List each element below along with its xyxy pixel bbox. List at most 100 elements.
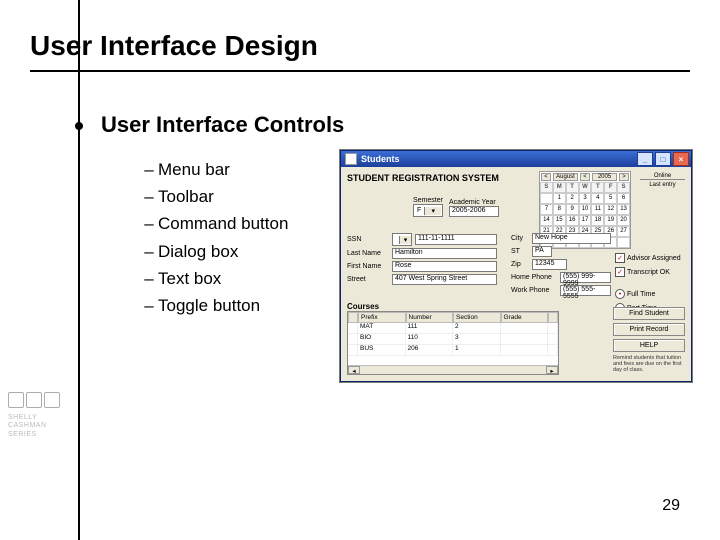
window-body: STUDENT REGISTRATION SYSTEM Semester F ▾… bbox=[341, 167, 691, 381]
cal-next-button[interactable]: > bbox=[619, 173, 629, 181]
wphone-input[interactable]: (555) 555-5555 bbox=[560, 285, 611, 296]
cal-day-cell[interactable]: 1 bbox=[553, 193, 566, 204]
hphone-input[interactable]: (555) 999-9999 bbox=[560, 272, 611, 283]
close-button[interactable]: × bbox=[673, 152, 689, 166]
table-body: MAT1112BIO1103BUS2061 bbox=[348, 323, 558, 356]
table-cell: 2 bbox=[453, 323, 501, 334]
cal-year[interactable]: 2005 bbox=[592, 173, 617, 181]
table-cell bbox=[548, 323, 558, 334]
cal-day-cell[interactable]: 7 bbox=[540, 204, 553, 215]
ssn-label: SSN bbox=[347, 236, 389, 243]
hphone-label: Home Phone bbox=[511, 274, 557, 281]
city-label: City bbox=[511, 235, 529, 242]
st-input[interactable]: PA bbox=[532, 246, 552, 257]
cal-dow-cell: W bbox=[579, 182, 592, 193]
table-cell: MAT bbox=[358, 323, 406, 334]
fulltime-radio[interactable]: •Full Time bbox=[615, 289, 685, 299]
cal-month[interactable]: August bbox=[553, 173, 578, 181]
bullet-subtitle: User Interface Controls bbox=[101, 112, 344, 138]
table-cell: BUS bbox=[358, 345, 406, 356]
cal-day-cell[interactable]: 27 bbox=[617, 226, 630, 237]
scroll-right-icon[interactable]: ▸ bbox=[546, 366, 558, 374]
firstname-input[interactable]: Rose bbox=[392, 261, 497, 272]
cal-prev-button[interactable]: < bbox=[541, 173, 551, 181]
table-header: PrefixNumberSectionGrade bbox=[348, 312, 558, 323]
cal-day-cell[interactable]: 10 bbox=[579, 204, 592, 215]
help-button[interactable]: HELP bbox=[613, 339, 685, 352]
online-panel: Online Last entry bbox=[640, 173, 685, 188]
cal-day-cell[interactable]: 8 bbox=[553, 204, 566, 215]
cal-day-cell[interactable]: 12 bbox=[604, 204, 617, 215]
ssn-input[interactable]: 111-11-1111 bbox=[415, 234, 497, 245]
bullet-row: User Interface Controls bbox=[30, 112, 690, 138]
courses-table[interactable]: PrefixNumberSectionGrade MAT1112BIO1103B… bbox=[347, 311, 559, 375]
cal-day-cell[interactable]: 17 bbox=[579, 215, 592, 226]
scroll-left-icon[interactable]: ◂ bbox=[348, 366, 360, 374]
print-record-button[interactable]: Print Record bbox=[613, 323, 685, 336]
table-row[interactable]: MAT1112 bbox=[348, 323, 558, 334]
students-window: Students _ □ × STUDENT REGISTRATION SYST… bbox=[340, 150, 692, 382]
list-item-label: Toolbar bbox=[158, 183, 214, 210]
maximize-button[interactable]: □ bbox=[655, 152, 671, 166]
cal-day-cell[interactable] bbox=[540, 193, 553, 204]
page-number: 29 bbox=[662, 497, 680, 515]
fields-right: CityNew Hope STPA Zip12345 Home Phone(55… bbox=[511, 233, 611, 298]
publisher-logo: SHELLY CASHMAN SERIES bbox=[8, 392, 68, 512]
cal-prev-year-button[interactable]: < bbox=[580, 173, 590, 181]
cal-dow-cell: T bbox=[591, 182, 604, 193]
chevron-down-icon: ▾ bbox=[424, 207, 441, 215]
table-cell bbox=[548, 334, 558, 345]
cal-day-cell[interactable]: 14 bbox=[540, 215, 553, 226]
semester-value: F bbox=[414, 207, 424, 214]
cal-day-cell[interactable] bbox=[617, 237, 630, 248]
cal-day-cell[interactable]: 11 bbox=[591, 204, 604, 215]
find-student-button[interactable]: Find Student bbox=[613, 307, 685, 320]
ssn-dropdown[interactable]: ▾ bbox=[392, 233, 412, 246]
table-cell bbox=[501, 345, 549, 356]
cal-day-cell[interactable]: 18 bbox=[591, 215, 604, 226]
table-row[interactable]: BUS2061 bbox=[348, 345, 558, 356]
window-title: Students bbox=[361, 154, 400, 164]
cal-day-cell[interactable]: 3 bbox=[579, 193, 592, 204]
advisor-checkbox[interactable]: ✓Advisor Assigned bbox=[615, 253, 685, 263]
table-cell: 111 bbox=[406, 323, 454, 334]
radio-icon: • bbox=[615, 289, 625, 299]
cal-dow-cell: M bbox=[553, 182, 566, 193]
zip-input[interactable]: 12345 bbox=[532, 259, 567, 270]
cal-day-cell[interactable]: 9 bbox=[566, 204, 579, 215]
street-input[interactable]: 407 West Spring Street bbox=[392, 274, 497, 285]
cal-dow-cell: F bbox=[604, 182, 617, 193]
divider-vertical bbox=[78, 0, 80, 540]
minimize-button[interactable]: _ bbox=[637, 152, 653, 166]
table-cell bbox=[548, 345, 558, 356]
title-underline bbox=[30, 70, 690, 72]
slide: User Interface Design User Interface Con… bbox=[0, 0, 720, 540]
acadyear-input[interactable]: 2005-2006 bbox=[449, 206, 499, 217]
table-cell bbox=[348, 323, 358, 334]
wphone-label: Work Phone bbox=[511, 287, 557, 294]
cal-day-cell[interactable]: 5 bbox=[604, 193, 617, 204]
chevron-down-icon: ▾ bbox=[399, 236, 411, 244]
street-label: Street bbox=[347, 276, 389, 283]
table-header-cell: Number bbox=[406, 312, 454, 323]
table-header-cell bbox=[348, 312, 358, 323]
city-input[interactable]: New Hope bbox=[532, 233, 611, 244]
table-cell: 3 bbox=[453, 334, 501, 345]
transcript-checkbox[interactable]: ✓Transcript OK bbox=[615, 267, 685, 277]
lastname-label: Last Name bbox=[347, 250, 389, 257]
list-item-label: Text box bbox=[158, 265, 221, 292]
cal-day-cell[interactable]: 6 bbox=[617, 193, 630, 204]
cal-day-cell[interactable]: 2 bbox=[566, 193, 579, 204]
online-text: Last entry bbox=[640, 182, 685, 188]
horizontal-scrollbar[interactable]: ◂ ▸ bbox=[348, 365, 558, 374]
table-row[interactable]: BIO1103 bbox=[348, 334, 558, 345]
lastname-input[interactable]: Hamilton bbox=[392, 248, 497, 259]
cal-day-cell[interactable]: 19 bbox=[604, 215, 617, 226]
semester-dropdown[interactable]: F ▾ bbox=[413, 204, 443, 217]
cal-day-cell[interactable]: 4 bbox=[591, 193, 604, 204]
window-titlebar[interactable]: Students _ □ × bbox=[341, 151, 691, 167]
cal-day-cell[interactable]: 15 bbox=[553, 215, 566, 226]
cal-day-cell[interactable]: 20 bbox=[617, 215, 630, 226]
cal-day-cell[interactable]: 16 bbox=[566, 215, 579, 226]
cal-day-cell[interactable]: 13 bbox=[617, 204, 630, 215]
